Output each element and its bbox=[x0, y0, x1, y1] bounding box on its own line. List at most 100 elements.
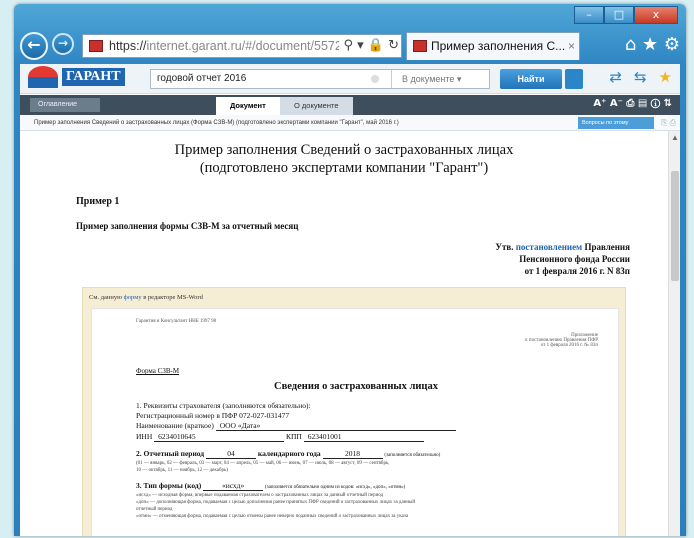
address-bar[interactable]: https://internet.garant.ru/#/document/55… bbox=[82, 34, 402, 58]
period-label: 2. Отчетный период bbox=[136, 449, 205, 458]
search-clear-icon[interactable] bbox=[371, 75, 379, 83]
example-heading: Пример 1 bbox=[76, 196, 120, 207]
search-input[interactable]: годовой отчет 2016 В документе ▾ bbox=[150, 69, 490, 89]
users-icon[interactable]: ⇆ bbox=[634, 68, 647, 86]
minimize-button[interactable]: – bbox=[574, 6, 604, 24]
form-line-8: 3. Тип формы (код) «исхд» (заполняется о… bbox=[136, 481, 405, 491]
toc-button[interactable]: Оглавление bbox=[30, 98, 100, 112]
form-link[interactable]: форму bbox=[124, 294, 142, 301]
title-line-1: Пример заполнения Сведений о застрахован… bbox=[174, 142, 514, 158]
browser-tab[interactable]: Пример заполнения С... × bbox=[406, 32, 580, 60]
document-tools[interactable]: A⁺ A⁻ ⎙ ▤ ⓘ ⇅ bbox=[593, 98, 672, 109]
form-line-6: (01 — январь, 02 — февраль, 03 — март, 0… bbox=[136, 461, 390, 466]
approve-prefix: Утв. bbox=[495, 242, 514, 252]
scan-note: См. данную форму в редакторе MS-Word bbox=[89, 294, 203, 301]
forward-arrow-icon: → bbox=[57, 36, 69, 50]
address-bar-icons[interactable]: ⚲ ▾ 🔒 ↻ bbox=[339, 35, 399, 57]
logo-icon bbox=[28, 66, 58, 88]
back-button[interactable]: ← bbox=[20, 32, 48, 60]
favorites-star-icon[interactable]: ★ bbox=[659, 68, 672, 86]
form-line-5: 2. Отчетный период 04 календарного года … bbox=[136, 449, 440, 459]
org-name-value: ООО «Дата» bbox=[215, 421, 456, 431]
back-arrow-icon: ← bbox=[27, 35, 41, 54]
find-options-button[interactable] bbox=[565, 69, 583, 89]
scroll-up-icon[interactable]: ▲ bbox=[671, 133, 679, 142]
page-content: ГАРАНТ годовой отчет 2016 В документе ▾ … bbox=[20, 64, 680, 536]
compare-icon[interactable]: ⇄ bbox=[609, 68, 622, 86]
inn-value: 6234010645 bbox=[154, 432, 285, 442]
form-type-hint: (заполняется обязательно одним из кодов:… bbox=[264, 485, 406, 490]
site-favicon-icon bbox=[89, 40, 103, 52]
org-name-label: Наименование (краткое) bbox=[136, 421, 214, 430]
garant-logo[interactable]: ГАРАНТ bbox=[28, 66, 125, 88]
paper-header-right-3: от 1 февраля 2016 г. № 83п bbox=[540, 343, 598, 348]
breadcrumb: Пример заполнения Сведений о застрахован… bbox=[20, 115, 680, 138]
form-line-1: 1. Реквизиты страхователя (заполняются о… bbox=[136, 401, 311, 410]
document-tabs-bar: Оглавление Документ О документе A⁺ A⁻ ⎙ … bbox=[20, 95, 680, 115]
kpp-label: КПП bbox=[286, 432, 302, 441]
search-scope-select[interactable]: В документе ▾ bbox=[391, 70, 489, 88]
questions-button[interactable]: Вопросы по этому документу? bbox=[578, 117, 654, 138]
tab-document[interactable]: Документ bbox=[216, 97, 280, 115]
paper-header-left: Гарантия и Консультант ННБ 1997 98 bbox=[136, 319, 217, 324]
tab-close-icon[interactable]: × bbox=[568, 33, 575, 59]
browser-window: – □ x ← → https://internet.garant.ru/#/d… bbox=[14, 4, 686, 536]
form-image: Гарантия и Консультант ННБ 1997 98 Прило… bbox=[91, 308, 619, 536]
search-scope-label: В документе bbox=[402, 74, 455, 84]
approve-suffix: Правления bbox=[584, 242, 630, 252]
url-scheme: https:// bbox=[109, 39, 147, 53]
document-body: Пример заполнения Сведений о застрахован… bbox=[20, 131, 668, 536]
vertical-scrollbar[interactable]: ▲ bbox=[668, 131, 680, 536]
period-hint: (заполняется обязательно) bbox=[384, 453, 441, 458]
form-line-12: «отмн» — отменяющая форма, подаваемая с … bbox=[136, 514, 409, 519]
form-line-4: ИНН 6234010645 КПП 623401001 bbox=[136, 432, 424, 442]
browser-toolbar-icons[interactable]: ⌂ ★ ⚙ bbox=[625, 34, 680, 55]
scan-note-prefix: См. данную bbox=[89, 294, 122, 301]
approval-block: Утв. постановлением Правления Пенсионног… bbox=[495, 241, 630, 277]
approve-line-2: Пенсионного фонда России bbox=[519, 254, 630, 264]
scan-note-suffix: в редакторе MS-Word bbox=[143, 294, 203, 301]
paper-header-right: Приложение к постановлению Правления ПФР… bbox=[525, 333, 598, 348]
navigation-bar: ← → https://internet.garant.ru/#/documen… bbox=[14, 28, 686, 64]
kpp-value: 623401001 bbox=[303, 432, 424, 442]
header-icons: ⇄ ⇆ ★ bbox=[609, 68, 672, 86]
form-code-label: Форма СЗВ-М bbox=[136, 367, 180, 375]
form-line-2: Регистрационный номер в ПФР 072-027-0314… bbox=[136, 411, 289, 420]
form-line-9: «исхд» — исходная форма, впервые подавае… bbox=[136, 493, 384, 498]
form-line-11: отчетный период bbox=[136, 507, 173, 512]
breadcrumb-text: Пример заполнения Сведений о застрахован… bbox=[34, 120, 399, 126]
title-line-2: (подготовлено экспертами компании "Гаран… bbox=[199, 160, 489, 176]
garant-header: ГАРАНТ годовой отчет 2016 В документе ▾ … bbox=[20, 64, 680, 94]
url-host: internet.garant.ru bbox=[146, 39, 242, 53]
form-type-label: 3. Тип формы (код) bbox=[136, 481, 202, 490]
logo-text: ГАРАНТ bbox=[62, 68, 125, 86]
reg-number-value: 072-027-031477 bbox=[239, 411, 290, 420]
form-line-3: Наименование (краткое) ООО «Дата» bbox=[136, 421, 456, 431]
chevron-down-icon: ▾ bbox=[456, 74, 462, 84]
maximize-button[interactable]: □ bbox=[604, 6, 634, 24]
scroll-thumb[interactable] bbox=[671, 171, 679, 281]
reg-number-label: Регистрационный номер в ПФР bbox=[136, 411, 238, 420]
approve-link[interactable]: постановлением bbox=[516, 242, 582, 252]
form-scan-box: См. данную форму в редакторе MS-Word Гар… bbox=[82, 287, 626, 536]
forward-button[interactable]: → bbox=[52, 33, 74, 55]
form-title: Сведения о застрахованных лицах bbox=[274, 381, 438, 392]
inn-label: ИНН bbox=[136, 432, 153, 441]
form-type-value: «исхд» bbox=[203, 481, 264, 491]
breadcrumb-icons[interactable]: ⎘ ⎙ bbox=[661, 115, 676, 131]
year-value: 2018 bbox=[322, 449, 383, 459]
form-line-7: 10 — октябрь, 11 — ноябрь, 12 — декабрь) bbox=[136, 468, 228, 473]
example-subheading: Пример заполнения формы СЗВ-М за отчетны… bbox=[76, 221, 299, 231]
tab-about-document[interactable]: О документе bbox=[280, 97, 353, 115]
period-value: 04 bbox=[205, 449, 256, 459]
approve-line-3: от 1 февраля 2016 г. N 83п bbox=[524, 266, 630, 276]
year-label: календарного года bbox=[257, 449, 321, 458]
find-button[interactable]: Найти bbox=[500, 69, 562, 89]
tab-title: Пример заполнения С... bbox=[431, 39, 566, 53]
document-title: Пример заполнения Сведений о застрахован… bbox=[20, 141, 668, 177]
search-value: годовой отчет 2016 bbox=[157, 73, 247, 84]
tab-favicon-icon bbox=[413, 40, 427, 52]
form-line-10: «доп» — дополняющая форма, подаваемая с … bbox=[136, 500, 416, 505]
window-controls: – □ x bbox=[574, 6, 678, 24]
close-button[interactable]: x bbox=[634, 6, 678, 24]
